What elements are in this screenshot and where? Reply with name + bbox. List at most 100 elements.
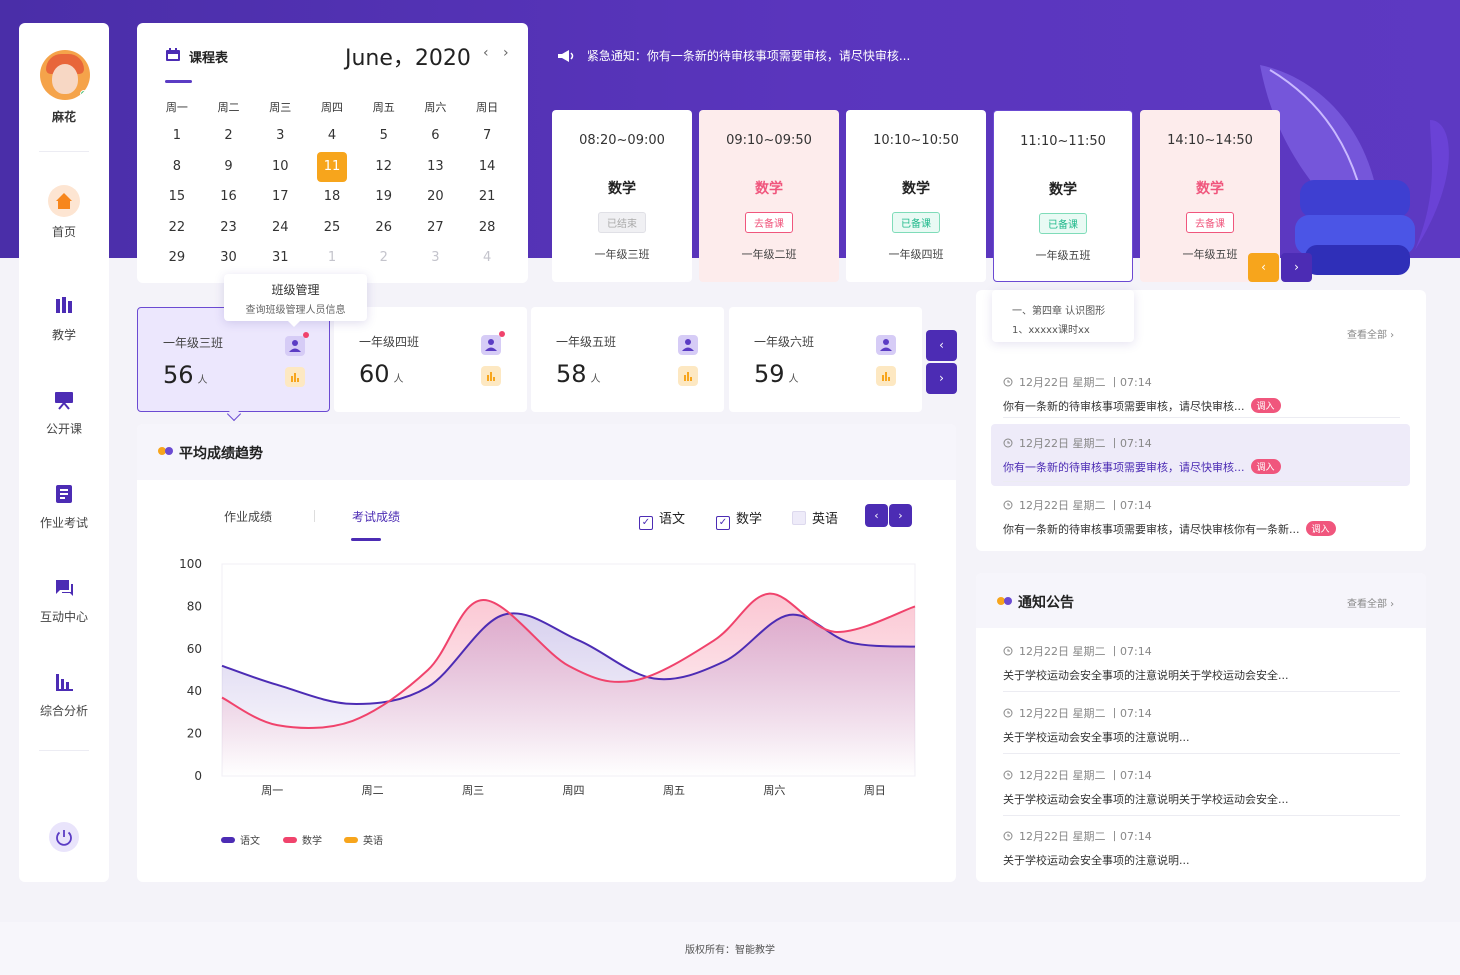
calendar-day[interactable]: 25 [306, 213, 358, 244]
stats-icon[interactable] [481, 366, 501, 386]
sidebar-item-public-class[interactable]: 公开课 [19, 389, 109, 437]
message-item[interactable]: 12月22日 星期二 丨07:14 你有一条新的待审核事项需要审核，请尽快审核你有… [1003, 497, 1413, 537]
calendar-prev-button[interactable]: ‹ [483, 45, 489, 61]
class-card[interactable]: 一年级五班 58 人 [531, 307, 724, 412]
clock-icon [1003, 500, 1013, 510]
announcement-item[interactable]: 12月22日 星期二 丨07:14 关于学校运动会安全事项的注意说明... [1003, 705, 1413, 745]
transfer-badge[interactable]: 调入 [1250, 459, 1281, 474]
weekday-label: 周日 [476, 101, 499, 114]
sidebar-item-homework[interactable]: 作业考试 [19, 483, 109, 531]
legend-label: 语文 [240, 836, 260, 847]
calendar-day[interactable]: 4 [461, 243, 513, 274]
popup-line: 1、xxxxx课时xx [1012, 325, 1090, 336]
calendar-day[interactable]: 11 [306, 151, 358, 183]
calendar-day[interactable]: 30 [203, 243, 255, 274]
announcement-item[interactable]: 12月22日 星期二 丨07:14 关于学校运动会安全事项的注意说明... [1003, 828, 1413, 868]
tab-homework-score[interactable]: 作业成绩 [224, 508, 272, 525]
calendar-day[interactable]: 2 [358, 243, 410, 274]
calendar-day[interactable]: 21 [461, 182, 513, 213]
calendar-day[interactable]: 10 [254, 152, 306, 183]
schedule-status-button[interactable]: 去备课 [745, 212, 793, 233]
filter-chinese-checkbox[interactable]: ✓ 语文 [639, 508, 685, 530]
power-button[interactable] [49, 822, 79, 852]
calendar-day[interactable]: 20 [410, 182, 462, 213]
student-icon[interactable] [678, 335, 698, 355]
calendar-day[interactable]: 12 [358, 152, 410, 183]
announcement-item[interactable]: 12月22日 星期二 丨07:14 关于学校运动会安全事项的注意说明关于学校运动会… [1003, 643, 1413, 683]
calendar-day[interactable]: 1 [306, 243, 358, 274]
calendar-day[interactable]: 14 [461, 152, 513, 183]
schedule-prev-button[interactable]: ‹ [1248, 253, 1279, 282]
day-number: 14 [478, 158, 496, 174]
class-card[interactable]: 一年级三班 56 人 [137, 307, 330, 412]
sidebar-item-analysis[interactable]: 综合分析 [19, 671, 109, 719]
avatar[interactable] [40, 50, 90, 100]
sidebar: 麻花 首页 教学 公开课 作业考试 互动中心 综合分析 [19, 23, 109, 882]
calendar-day[interactable]: 23 [203, 213, 255, 244]
calendar-day[interactable]: 18 [306, 182, 358, 213]
checkbox-checked-icon: ✓ [716, 516, 730, 530]
calendar-day[interactable]: 16 [203, 182, 255, 213]
stats-icon[interactable] [678, 366, 698, 386]
legend-swatch [344, 837, 358, 843]
calendar-day[interactable]: 3 [410, 243, 462, 274]
announcements-view-all-link[interactable]: 查看全部 › [1347, 595, 1394, 610]
schedule-next-button[interactable]: › [1281, 253, 1312, 282]
calendar-day[interactable]: 26 [358, 213, 410, 244]
student-icon[interactable] [481, 335, 501, 355]
calendar-day[interactable]: 8 [151, 152, 203, 183]
calendar-day[interactable]: 5 [358, 121, 410, 152]
day-number: 4 [483, 250, 492, 265]
transfer-badge[interactable]: 调入 [1250, 398, 1281, 413]
transfer-badge[interactable]: 调入 [1305, 521, 1336, 536]
sidebar-item-interaction[interactable]: 互动中心 [19, 577, 109, 625]
schedule-card[interactable]: 10:10~10:50 数学 已备课 一年级四班 [846, 110, 986, 282]
stats-icon[interactable] [876, 366, 896, 386]
schedule-time: 14:10~14:50 [1167, 133, 1253, 148]
student-icon[interactable] [876, 335, 896, 355]
calendar-day[interactable]: 29 [151, 243, 203, 274]
calendar-day[interactable]: 24 [254, 213, 306, 244]
stats-icon[interactable] [285, 367, 305, 387]
calendar-day[interactable]: 2 [203, 121, 255, 152]
calendar-day[interactable]: 13 [410, 152, 462, 183]
student-icon[interactable] [285, 336, 305, 356]
calendar-day[interactable]: 31 [254, 243, 306, 274]
chart-prev-button[interactable]: ‹ [865, 504, 888, 527]
calendar-next-button[interactable]: › [503, 45, 509, 61]
calendar-day[interactable]: 1 [151, 121, 203, 152]
calendar-day[interactable]: 15 [151, 182, 203, 213]
schedule-subject: 数学 [608, 181, 636, 197]
schedule-card[interactable]: 09:10~09:50 数学 去备课 一年级二班 [699, 110, 839, 282]
announcement-item[interactable]: 12月22日 星期二 丨07:14 关于学校运动会安全事项的注意说明关于学校运动会… [1003, 767, 1413, 807]
schedule-status-button[interactable]: 去备课 [1186, 212, 1234, 233]
message-item[interactable]: 12月22日 星期二 丨07:14 你有一条新的待审核事项需要审核，请尽快审核..… [1003, 435, 1413, 475]
chart-next-button[interactable]: › [889, 504, 912, 527]
urgent-notice[interactable]: 紧急通知：你有一条新的待审核事项需要审核，请尽快审核... [557, 47, 910, 64]
calendar-day[interactable]: 4 [306, 121, 358, 152]
tab-exam-score[interactable]: 考试成绩 [352, 508, 400, 525]
calendar-day[interactable]: 6 [410, 121, 462, 152]
class-prev-button[interactable]: ‹ [926, 330, 957, 361]
filter-math-checkbox[interactable]: ✓ 数学 [716, 508, 762, 530]
weekday-label: 周五 [372, 101, 395, 114]
schedule-card[interactable]: 08:20~09:00 数学 已结束 一年级三班 [552, 110, 692, 282]
calendar-day[interactable]: 7 [461, 121, 513, 152]
message-item[interactable]: 12月22日 星期二 丨07:14 你有一条新的待审核事项需要审核，请尽快审核..… [1003, 374, 1413, 414]
calendar-day[interactable]: 3 [254, 121, 306, 152]
calendar-day[interactable]: 9 [203, 152, 255, 183]
calendar-day[interactable]: 22 [151, 213, 203, 244]
class-card[interactable]: 一年级六班 59 人 [729, 307, 922, 412]
calendar-day[interactable]: 28 [461, 213, 513, 244]
filter-english-checkbox[interactable]: 英语 [792, 508, 838, 527]
schedule-card[interactable]: 11:10~11:50 数学 已备课 一年级五班 [993, 110, 1133, 282]
sidebar-item-home[interactable]: 首页 [19, 185, 109, 240]
calendar-day[interactable]: 19 [358, 182, 410, 213]
calendar-day[interactable]: 27 [410, 213, 462, 244]
calendar-day[interactable]: 17 [254, 182, 306, 213]
sidebar-item-teaching[interactable]: 教学 [19, 295, 109, 343]
messages-view-all-link[interactable]: 查看全部 › [1347, 326, 1394, 341]
class-next-button[interactable]: › [926, 363, 957, 394]
class-card[interactable]: 一年级四班 60 人 [334, 307, 527, 412]
announcement-text: 关于学校运动会安全事项的注意说明... [1003, 854, 1190, 867]
